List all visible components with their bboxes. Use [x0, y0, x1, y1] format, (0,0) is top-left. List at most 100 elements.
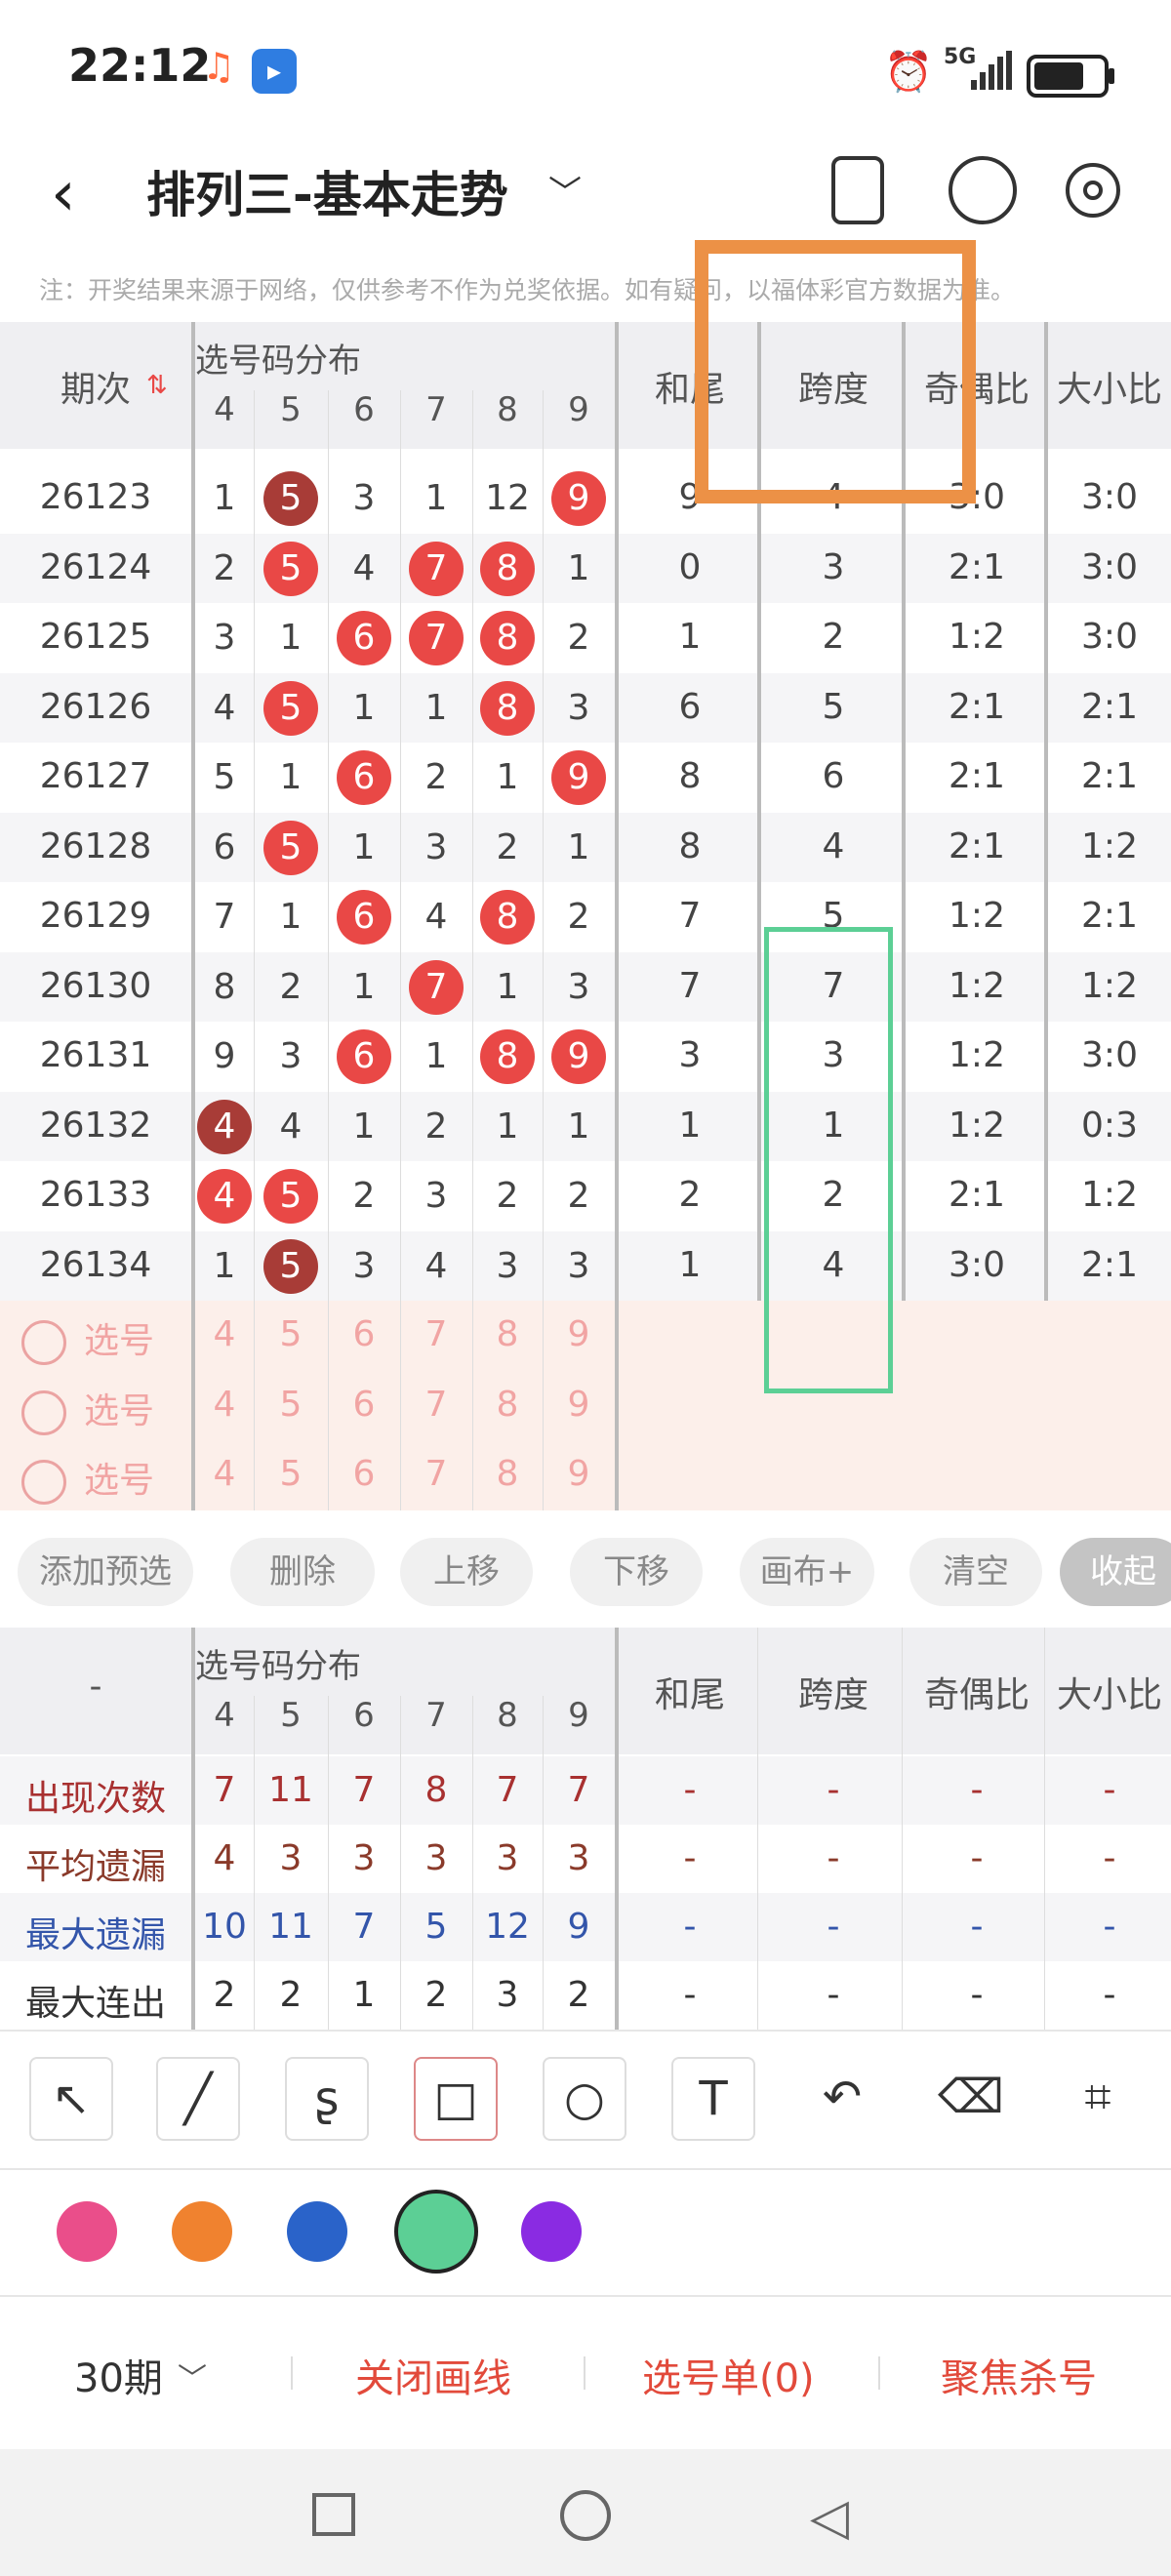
pick-digit[interactable]: 4 [195, 1314, 254, 1354]
action-button[interactable]: 清空 [909, 1538, 1042, 1606]
pick-digit[interactable]: 9 [543, 1385, 615, 1425]
battery-icon [1027, 55, 1114, 98]
stat-cell: 8 [678, 825, 702, 866]
arrow-tool-icon[interactable]: ↖ [29, 2057, 113, 2141]
miss-count: 3 [352, 1245, 376, 1286]
action-button[interactable]: 删除 [230, 1538, 375, 1606]
chevron-down-icon[interactable]: ﹀ [548, 166, 582, 214]
pick-digit[interactable]: 7 [400, 1385, 472, 1425]
digit-cell: 2 [472, 821, 543, 875]
eraser-icon[interactable]: ⌫ [929, 2057, 1013, 2141]
rectangle-tool-icon[interactable]: □ [414, 2057, 498, 2141]
pick-row-toggle[interactable]: 选号 [21, 1452, 154, 1505]
stats-value: 9 [567, 1907, 590, 1947]
chevron-down-icon[interactable]: ﹀ [178, 2355, 207, 2397]
pick-digit[interactable]: 6 [328, 1454, 400, 1494]
stat-header: 大小比 [1056, 370, 1162, 410]
digit-cell: 12 [472, 471, 543, 526]
digit-cell: 2 [472, 1169, 543, 1224]
back-icon[interactable]: ‹ [51, 158, 76, 230]
focus-kill-button[interactable]: 聚焦杀号 [941, 2347, 1097, 2403]
text-tool-icon[interactable]: T [671, 2057, 755, 2141]
draw-toolbar: ↖ ╱ ʂ □ ○ T ↶ ⌫ ⌗ [0, 2030, 1171, 2170]
action-button[interactable]: 上移 [400, 1538, 533, 1606]
number-ball: 5 [263, 1169, 318, 1224]
pick-digit[interactable]: 8 [472, 1454, 543, 1494]
miss-count: 3 [496, 1245, 519, 1286]
close-draw-button[interactable]: 关闭画线 [355, 2347, 511, 2403]
action-button[interactable]: 下移 [570, 1538, 703, 1606]
back-nav-icon[interactable]: ◁ [810, 2488, 849, 2547]
pick-digit[interactable]: 4 [195, 1385, 254, 1425]
stat-cell: 1 [678, 1105, 702, 1146]
radio-circle-icon[interactable] [21, 1389, 66, 1435]
digit-cell: 4 [195, 1099, 254, 1154]
number-ball: 5 [263, 471, 318, 526]
action-button[interactable]: 画布+ [740, 1538, 874, 1606]
stat-cell: 6 [822, 756, 845, 796]
pick-row-toggle[interactable]: 选号 [21, 1383, 154, 1435]
stat-cell: 1:2 [1081, 1175, 1138, 1215]
line-tool-icon[interactable]: ╱ [156, 2057, 240, 2141]
miss-count: 6 [213, 826, 236, 867]
period-cell: 26133 [39, 1175, 152, 1215]
stat-cell: 3:0 [949, 1244, 1005, 1285]
color-swatch[interactable] [287, 2201, 347, 2262]
radio-circle-icon[interactable] [21, 1460, 66, 1505]
stats-label: 最大遗漏 [24, 1915, 166, 1955]
period-select[interactable]: 30期 [74, 2347, 163, 2403]
stats-value: 7 [352, 1907, 376, 1947]
pick-digit[interactable]: 5 [254, 1314, 328, 1354]
action-button[interactable]: 添加预选 [18, 1538, 193, 1606]
curve-tool-icon[interactable]: ʂ [285, 2057, 369, 2141]
stats-value: 7 [567, 1770, 590, 1810]
digit-cell: 6 [328, 1029, 400, 1084]
pick-list-button[interactable]: 选号单(0) [642, 2347, 815, 2403]
digit-cell: 8 [472, 1029, 543, 1084]
phone-layout-icon[interactable] [831, 156, 884, 224]
recent-apps-icon[interactable] [312, 2493, 355, 2536]
color-swatch[interactable] [394, 2190, 478, 2274]
pick-digit[interactable]: 9 [543, 1314, 615, 1354]
action-button[interactable]: 收起 [1060, 1538, 1171, 1606]
pick-digit[interactable]: 8 [472, 1314, 543, 1354]
stat-header: 大小比 [1056, 1675, 1162, 1715]
radio-circle-icon[interactable] [21, 1320, 66, 1365]
circle-tool-icon[interactable]: ○ [543, 2057, 626, 2141]
clear-brush-icon[interactable]: ⌗ [1056, 2057, 1140, 2141]
number-ball: 4 [197, 1099, 252, 1154]
share-icon[interactable] [949, 156, 1017, 224]
miss-count: 1 [213, 478, 236, 518]
pick-digit[interactable]: 4 [195, 1454, 254, 1494]
digit-cell: 5 [254, 1238, 328, 1294]
digit-header: 5 [280, 1696, 302, 1735]
digit-cell: 1 [195, 1239, 254, 1294]
page-title[interactable]: 排列三-基本走势 [146, 156, 508, 226]
settings-icon[interactable] [1066, 163, 1120, 218]
pick-row-toggle[interactable]: 选号 [21, 1312, 154, 1365]
color-swatch[interactable] [521, 2201, 582, 2262]
color-swatch[interactable] [172, 2201, 232, 2262]
digit-cell: 5 [195, 750, 254, 805]
color-swatch[interactable] [57, 2201, 117, 2262]
digit-cell: 1 [543, 821, 615, 875]
miss-count: 1 [567, 1106, 590, 1147]
digit-header: 9 [568, 1696, 589, 1735]
pick-digit[interactable]: 6 [328, 1314, 400, 1354]
pick-digit[interactable]: 9 [543, 1454, 615, 1494]
undo-icon[interactable]: ↶ [800, 2057, 884, 2141]
digit-cell: 1 [328, 821, 400, 875]
pick-digit[interactable]: 5 [254, 1385, 328, 1425]
pick-digit[interactable]: 7 [400, 1314, 472, 1354]
miss-count: 3 [424, 1176, 448, 1216]
home-icon[interactable] [560, 2490, 611, 2541]
pick-digit[interactable]: 7 [400, 1454, 472, 1494]
stats-value: 3 [567, 1838, 590, 1878]
stats-value: - [827, 1975, 840, 2015]
pick-digit[interactable]: 8 [472, 1385, 543, 1425]
pick-digit[interactable]: 5 [254, 1454, 328, 1494]
miss-count: 1 [496, 966, 519, 1007]
pick-digit[interactable]: 6 [328, 1385, 400, 1425]
sort-icon[interactable]: ⇅ [146, 371, 168, 400]
stats-value: - [970, 1838, 984, 1878]
